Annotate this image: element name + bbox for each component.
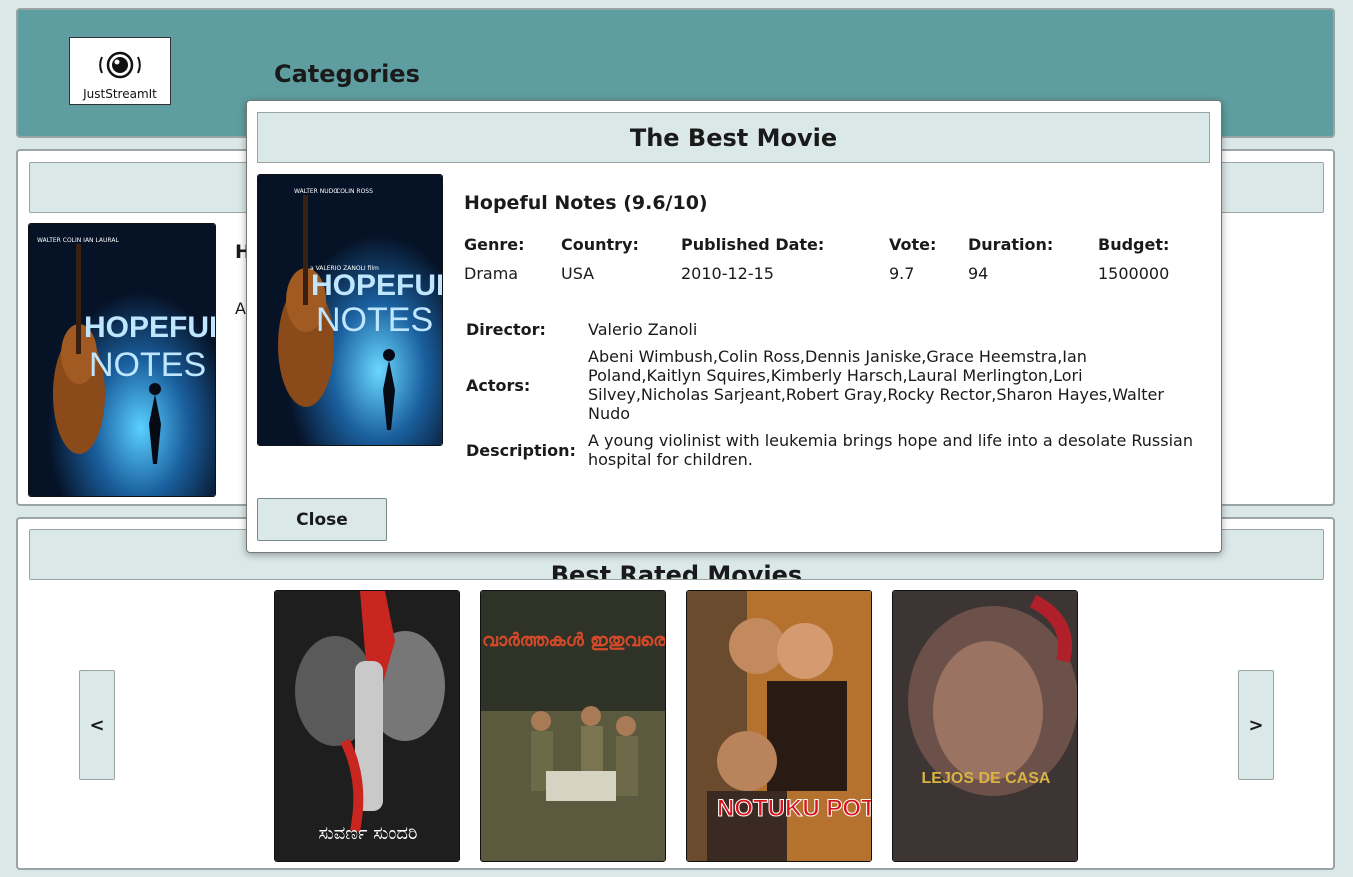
country-value: USA — [561, 264, 595, 283]
best-rated-title: Best Rated Movies — [550, 561, 803, 580]
close-button[interactable]: Close — [257, 498, 387, 541]
movie-people-table: Director: Valerio Zanoli Actors: Abeni W… — [464, 316, 1204, 473]
actors-label: Actors: — [466, 375, 531, 395]
country-label: Country: — [561, 235, 639, 254]
poster-cast-text: WALTER COLIN IAN LAURAL — [37, 237, 119, 244]
poster-art-2: വാർത്തകൾ ഇതുവരെ — [481, 591, 666, 861]
description-label: Description: — [466, 440, 576, 460]
published-date-value: 2010-12-15 — [681, 264, 774, 283]
director-label: Director: — [466, 320, 546, 339]
modal-poster-cast: WALTER NUDO — [294, 188, 338, 195]
genre-value: Drama — [464, 264, 519, 283]
site-logo[interactable]: JustStreamIt — [69, 37, 171, 105]
hopeful-notes-poster-art: WALTER COLIN IAN LAURAL HOPEFUL NOTES — [29, 224, 215, 496]
best-movie-desc-peek: A — [235, 299, 246, 318]
movie-poster-3[interactable]: NOTUKU POTU — [686, 590, 872, 862]
movie-meta-table: Genre: Country: Published Date: Vote: Du… — [464, 231, 1198, 283]
poster-art-1: ಸುವರ್ಣ ಸುಂದರಿ — [275, 591, 459, 861]
carousel-next-button[interactable]: > — [1238, 670, 1274, 780]
categories-title[interactable]: Categories — [274, 60, 420, 88]
director-value: Valerio Zanoli — [588, 320, 698, 339]
modal-poster-title-2: NOTES — [316, 301, 433, 339]
modal-movie-poster: WALTER NUDO COLIN ROSS a VALERIO ZANOLI … — [257, 174, 443, 446]
movie-poster-1[interactable]: ಸುವರ್ಣ ಸುಂದರಿ — [274, 590, 460, 862]
published-date-label: Published Date: — [681, 235, 825, 254]
poster-4-title: LEJOS DE CASA — [922, 770, 1051, 787]
best-movie-poster[interactable]: WALTER COLIN IAN LAURAL HOPEFUL NOTES — [28, 223, 216, 497]
svg-text:COLIN ROSS: COLIN ROSS — [336, 188, 373, 195]
modal-title-bar: The Best Movie — [257, 112, 1210, 163]
poster-art-4: LEJOS DE CASA — [893, 591, 1077, 861]
poster-2-title: വാർത്തകൾ ഇതുവരെ — [482, 630, 666, 651]
modal-poster-title-1: HOPEFUL — [311, 269, 443, 302]
poster-1-title: ಸುವರ್ಣ ಸುಂದರಿ — [318, 823, 417, 844]
actors-value: Abeni Wimbush,Colin Ross,Dennis Janiske,… — [588, 347, 1164, 423]
movie-poster-4[interactable]: LEJOS DE CASA — [892, 590, 1078, 862]
description-value: A young violinist with leukemia brings h… — [588, 431, 1193, 469]
carousel-prev-button[interactable]: < — [79, 670, 115, 780]
best-movie-modal: The Best Movie WALTER NUDO COLIN ROSS a … — [246, 100, 1222, 553]
budget-value: 1500000 — [1098, 264, 1170, 283]
poster-3-title: NOTUKU POTU — [717, 795, 872, 822]
eye-logo-icon — [99, 51, 141, 79]
genre-label: Genre: — [464, 235, 525, 254]
modal-title: The Best Movie — [629, 123, 838, 152]
duration-label: Duration: — [968, 235, 1054, 254]
budget-label: Budget: — [1098, 235, 1170, 254]
logo-text: JustStreamIt — [83, 87, 157, 101]
vote-value: 9.7 — [889, 264, 915, 283]
vote-label: Vote: — [889, 235, 937, 254]
modal-poster-art: WALTER NUDO COLIN ROSS a VALERIO ZANOLI … — [258, 175, 443, 445]
duration-value: 94 — [968, 264, 989, 283]
svg-text:HOPEFUL: HOPEFUL — [84, 311, 215, 344]
movie-poster-2[interactable]: വാർത്തകൾ ഇതുവരെ — [480, 590, 666, 862]
best-rated-section: Best Rated Movies < ಸುವರ್ಣ ಸುಂದರಿ വാർത്ത… — [16, 517, 1335, 870]
svg-text:NOTES: NOTES — [89, 346, 206, 384]
movie-heading: Hopeful Notes (9.6/10) — [464, 192, 708, 214]
poster-art-3: NOTUKU POTU — [687, 591, 872, 861]
